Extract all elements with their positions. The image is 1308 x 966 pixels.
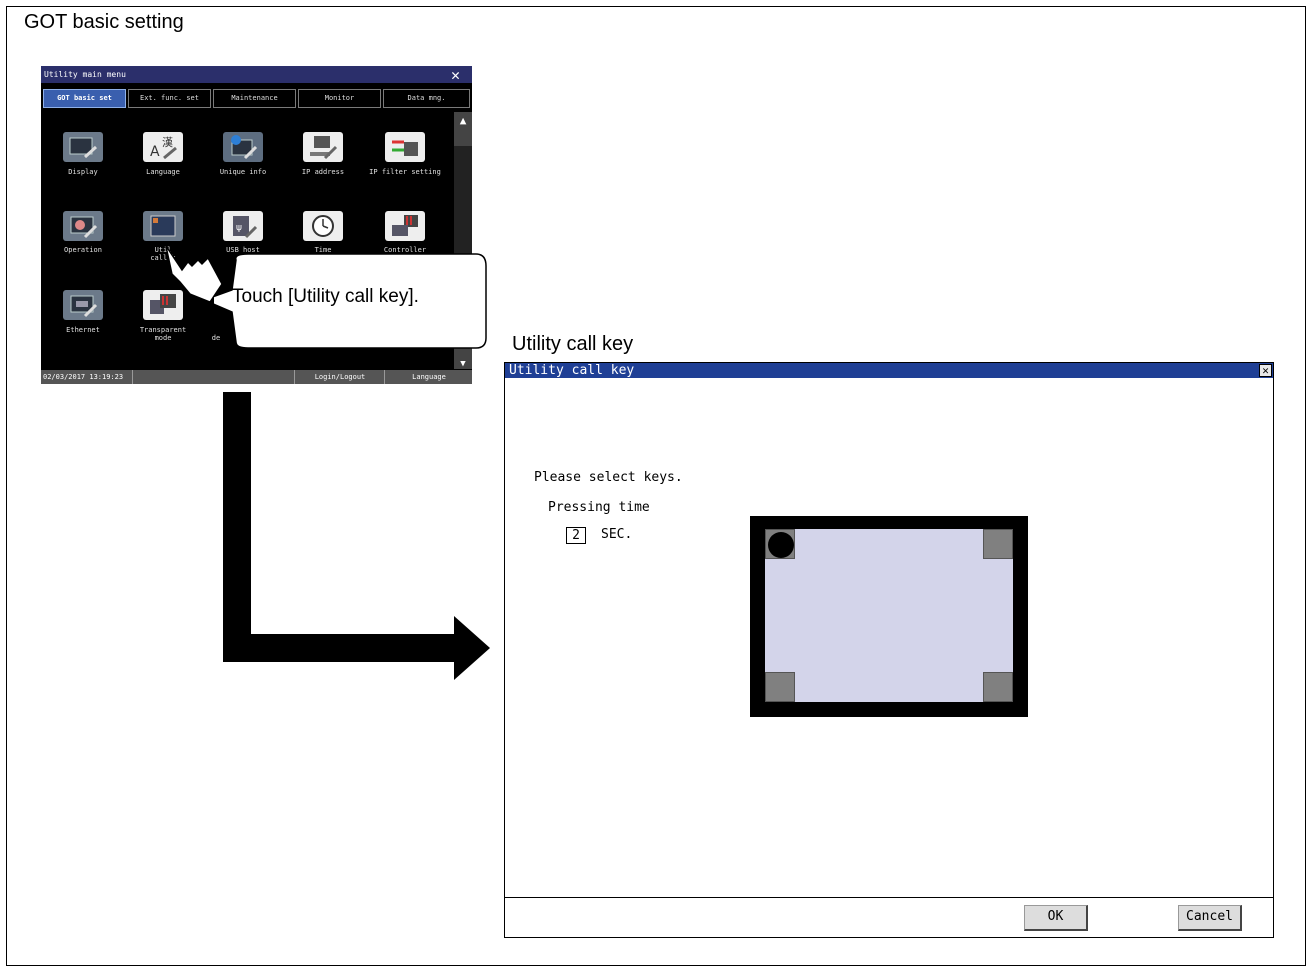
tab-maintenance[interactable]: Maintenance bbox=[213, 89, 296, 108]
status-datetime: 02/03/2017 13:19:23 bbox=[43, 373, 124, 381]
pressing-time-input[interactable]: 2 bbox=[566, 527, 586, 544]
status-spacer bbox=[132, 370, 295, 384]
tab-data-mng[interactable]: Data mng. bbox=[383, 89, 470, 108]
scroll-up-icon[interactable]: ▲ bbox=[454, 112, 472, 146]
svg-text:漢: 漢 bbox=[162, 136, 173, 149]
operation-icon[interactable] bbox=[63, 211, 103, 241]
icon-label-language: Language bbox=[146, 168, 180, 176]
callout-text: Touch [Utility call key]. bbox=[232, 286, 419, 307]
corner-key-bottom-right[interactable] bbox=[983, 672, 1013, 702]
language-button[interactable]: Language bbox=[384, 370, 472, 384]
dialog-close-icon[interactable]: ✕ bbox=[1259, 364, 1272, 377]
icon-label-ip-address: IP address bbox=[301, 168, 345, 176]
icon-label-operation: Operation bbox=[64, 246, 102, 254]
controller-icon[interactable] bbox=[385, 211, 425, 241]
selected-marker-icon bbox=[768, 532, 794, 558]
svg-text:A: A bbox=[150, 144, 160, 160]
icon-label-ip-filter: IP filter setting bbox=[369, 168, 441, 176]
pressing-time-unit: SEC. bbox=[601, 527, 633, 542]
flow-arrow-horizontal bbox=[223, 634, 455, 662]
menu-status-bar: 02/03/2017 13:19:23 Login/Logout Languag… bbox=[41, 370, 472, 384]
unique-info-icon[interactable] bbox=[223, 132, 263, 162]
display-wrench-icon[interactable] bbox=[63, 132, 103, 162]
pointing-hand-icon bbox=[165, 245, 223, 303]
flow-arrow-vertical bbox=[223, 392, 251, 662]
login-logout-button[interactable]: Login/Logout bbox=[294, 370, 385, 384]
corner-key-top-right[interactable] bbox=[983, 529, 1013, 559]
tab-got-basic-set[interactable]: GOT basic set bbox=[43, 89, 126, 108]
icon-label-unique-info: Unique info bbox=[219, 168, 267, 176]
svg-text:ψ: ψ bbox=[236, 223, 242, 233]
language-icon[interactable]: A漢 bbox=[143, 132, 183, 162]
tab-monitor[interactable]: Monitor bbox=[298, 89, 381, 108]
menu-tab-bar: GOT basic set Ext. func. set Maintenance… bbox=[41, 86, 472, 110]
utility-call-key-heading: Utility call key bbox=[512, 333, 634, 355]
got-screen-preview bbox=[750, 516, 1028, 717]
corner-key-top-left[interactable] bbox=[765, 529, 795, 559]
close-icon[interactable]: ✕ bbox=[439, 66, 472, 84]
screen-area bbox=[765, 529, 1013, 702]
ok-button[interactable]: OK bbox=[1024, 905, 1088, 931]
icon-label-transparent-mode: Transparent mode bbox=[139, 326, 187, 342]
corner-key-bottom-left[interactable] bbox=[765, 672, 795, 702]
utility-call-key-icon[interactable] bbox=[143, 211, 183, 241]
menu-title-bar: Utility main menu bbox=[41, 66, 472, 83]
icon-label-display: Display bbox=[68, 168, 98, 176]
usb-host-icon[interactable]: ψ bbox=[223, 211, 263, 241]
utility-call-key-dialog: Utility call key ✕ Please select keys. P… bbox=[504, 362, 1274, 938]
ethernet-icon[interactable] bbox=[63, 290, 103, 320]
ip-filter-icon[interactable] bbox=[385, 132, 425, 162]
got-basic-setting-heading: GOT basic setting bbox=[24, 11, 184, 33]
select-keys-prompt: Please select keys. bbox=[534, 470, 683, 485]
pressing-time-label: Pressing time bbox=[548, 500, 650, 515]
flow-arrow-head bbox=[454, 616, 490, 680]
tab-ext-func-set[interactable]: Ext. func. set bbox=[128, 89, 211, 108]
icon-label-ethernet: Ethernet bbox=[66, 326, 100, 334]
dialog-footer-divider bbox=[505, 897, 1273, 898]
cancel-button[interactable]: Cancel bbox=[1178, 905, 1242, 931]
ip-address-icon[interactable] bbox=[303, 132, 343, 162]
dialog-title-bar: Utility call key bbox=[505, 363, 1273, 378]
clock-icon[interactable] bbox=[303, 211, 343, 241]
